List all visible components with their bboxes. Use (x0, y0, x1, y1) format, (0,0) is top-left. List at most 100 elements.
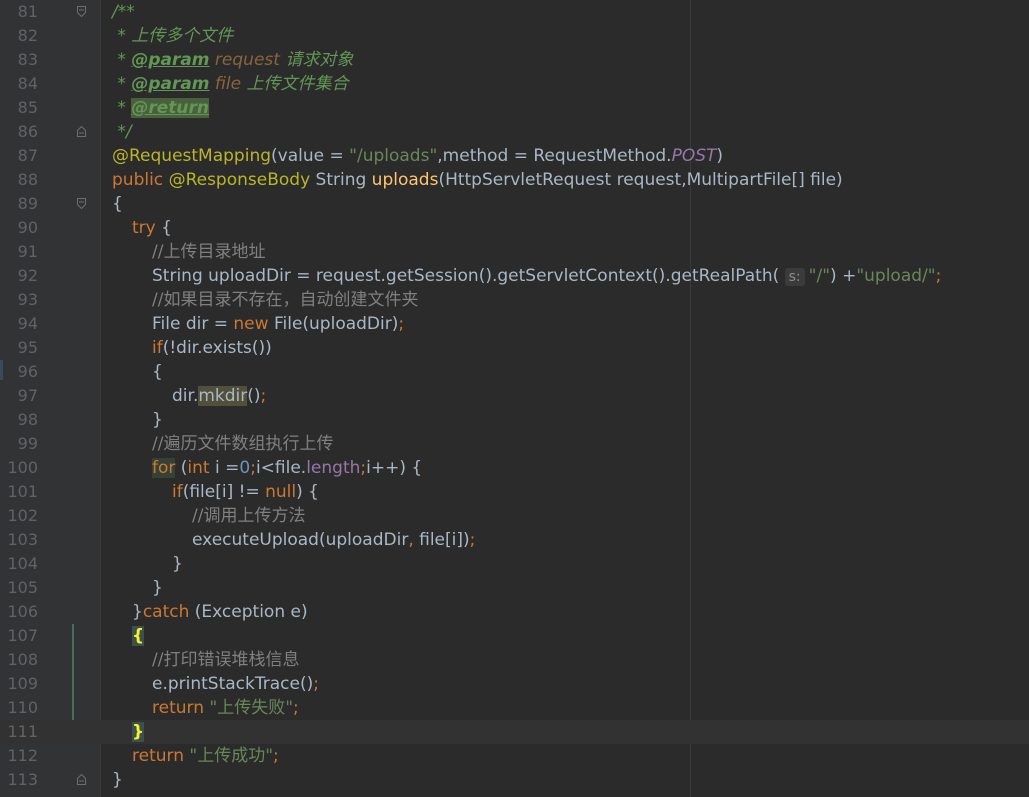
line-number: 82 (17, 26, 38, 45)
code-token: String (310, 170, 372, 190)
code-text: * 上传多个文件 (112, 24, 233, 48)
code-token: file (209, 74, 242, 94)
code-token: ) + (830, 266, 857, 286)
code-token: { (152, 362, 163, 382)
fold-open-icon[interactable] (77, 198, 86, 209)
code-token: ; (469, 530, 476, 550)
code-token: } (172, 554, 183, 574)
code-line[interactable]: 90 try { (0, 216, 1029, 240)
fold-open-icon[interactable] (77, 6, 86, 17)
code-token: (Exception e) (194, 602, 308, 622)
fold-close-icon[interactable] (77, 774, 86, 785)
code-text: } (172, 552, 183, 576)
code-line[interactable]: 85 * @return (0, 96, 1029, 120)
code-line[interactable]: 84 * @param file 上传文件集合 (0, 72, 1029, 96)
line-number: 94 (17, 314, 38, 333)
line-number: 107 (7, 626, 38, 645)
line-number: 96 (17, 362, 38, 381)
code-token: @RequestMapping (112, 146, 272, 166)
code-text: //打印错误堆栈信息 (152, 648, 299, 672)
code-line[interactable]: 99 //遍历文件数组执行上传 (0, 432, 1029, 456)
code-line[interactable]: 112 return "上传成功"; (0, 744, 1029, 768)
code-token: //上传目录地址 (152, 242, 266, 262)
code-line[interactable]: 88 public @ResponseBody String uploads(Ht… (0, 168, 1029, 192)
line-number: 86 (17, 122, 38, 141)
code-token: "上传失败" (209, 698, 294, 718)
code-token: //调用上传方法 (192, 506, 306, 526)
code-token: () (247, 386, 261, 406)
code-token: for (152, 458, 176, 478)
code-token: executeUpload(uploadDir (192, 530, 409, 550)
code-line[interactable]: 106}catch (Exception e) (0, 600, 1029, 624)
code-token: } (112, 770, 123, 790)
code-line[interactable]: 96 { (0, 360, 1029, 384)
line-number: 113 (7, 770, 38, 789)
code-line[interactable]: 102 //调用上传方法 (0, 504, 1029, 528)
code-line[interactable]: 82 * 上传多个文件 (0, 24, 1029, 48)
fold-close-icon[interactable] (77, 126, 86, 137)
code-token: length (306, 458, 361, 478)
code-line[interactable]: 95 if(!dir.exists()) (0, 336, 1029, 360)
line-number: 91 (17, 242, 38, 261)
code-token: File dir = (152, 314, 234, 334)
code-text: { (152, 360, 163, 384)
code-line[interactable]: 105} (0, 576, 1029, 600)
code-text: //调用上传方法 (192, 504, 305, 528)
code-line[interactable]: 93 //如果目录不存在，自动创建文件夹 (0, 288, 1029, 312)
line-number: 93 (17, 290, 38, 309)
code-line[interactable]: 83 * @param request 请求对象 (0, 48, 1029, 72)
code-line[interactable]: 94 File dir = new File(uploadDir); (0, 312, 1029, 336)
code-line[interactable]: 104} (0, 552, 1029, 576)
code-token: * 上传多个文件 (112, 26, 234, 46)
code-line[interactable]: 81 /** (0, 0, 1029, 24)
code-token: @param (131, 50, 210, 70)
code-text: dir.mkdir(); (172, 384, 266, 408)
code-line[interactable]: 86 */ (0, 120, 1029, 144)
code-line[interactable]: 91 //上传目录地址 (0, 240, 1029, 264)
code-token: if (172, 482, 183, 502)
line-number: 101 (7, 482, 38, 501)
line-number: 99 (17, 434, 38, 453)
line-number: 111 (7, 722, 38, 741)
line-number: 84 (17, 74, 38, 93)
code-token: 请求对象 (279, 50, 354, 70)
code-token: try (132, 218, 162, 238)
code-token: if (152, 338, 163, 358)
code-text: if(file[i] != null) { (172, 480, 319, 504)
code-token: "/" (808, 266, 831, 286)
code-line[interactable]: 98} (0, 408, 1029, 432)
code-token: i++) { (366, 458, 423, 478)
code-text: * @return (112, 96, 209, 120)
code-line[interactable]: 111} (0, 720, 1029, 744)
code-text: }catch (Exception e) (132, 600, 308, 624)
code-line[interactable]: 113} (0, 768, 1029, 792)
code-text: { (112, 192, 123, 216)
code-token: "上传成功" (189, 746, 274, 766)
code-token: } (152, 578, 163, 598)
code-token: { (112, 194, 123, 214)
code-editor[interactable]: 81/** 82 * 上传多个文件 83 * @param request 请求对象… (0, 0, 1029, 797)
code-line[interactable]: 108 //打印错误堆栈信息 (0, 648, 1029, 672)
code-token: String uploadDir = request.getSession().… (152, 266, 785, 286)
code-line[interactable]: 92 String uploadDir = request.getSession(… (0, 264, 1029, 288)
code-line[interactable]: 107 { (0, 624, 1029, 648)
code-line[interactable]: 101 if(file[i] != null) { (0, 480, 1029, 504)
code-token: */ (112, 122, 132, 142)
code-line[interactable]: 103 executeUpload(uploadDir, file[i]); (0, 528, 1029, 552)
code-line[interactable]: 89 { (0, 192, 1029, 216)
code-line[interactable]: 97 dir.mkdir(); (0, 384, 1029, 408)
code-line[interactable]: 109 e.printStackTrace(); (0, 672, 1029, 696)
code-token: (file[i] != (182, 482, 266, 502)
code-token: POST (671, 146, 717, 166)
code-line[interactable]: 100 for (int i =0;i<file.length;i++) { (0, 456, 1029, 480)
code-token: i<file. (255, 458, 307, 478)
code-line[interactable]: 87 @RequestMapping(value = "/uploads",met… (0, 144, 1029, 168)
code-token: i = (215, 458, 240, 478)
code-token: mkdir (198, 386, 248, 406)
code-text: File dir = new File(uploadDir); (152, 312, 404, 336)
code-token: ) { (296, 482, 319, 502)
code-token: (value = (271, 146, 350, 166)
code-token: uploads (371, 170, 439, 190)
code-line[interactable]: 110 return "上传失败"; (0, 696, 1029, 720)
code-token: ,method = RequestMethod. (437, 146, 672, 166)
